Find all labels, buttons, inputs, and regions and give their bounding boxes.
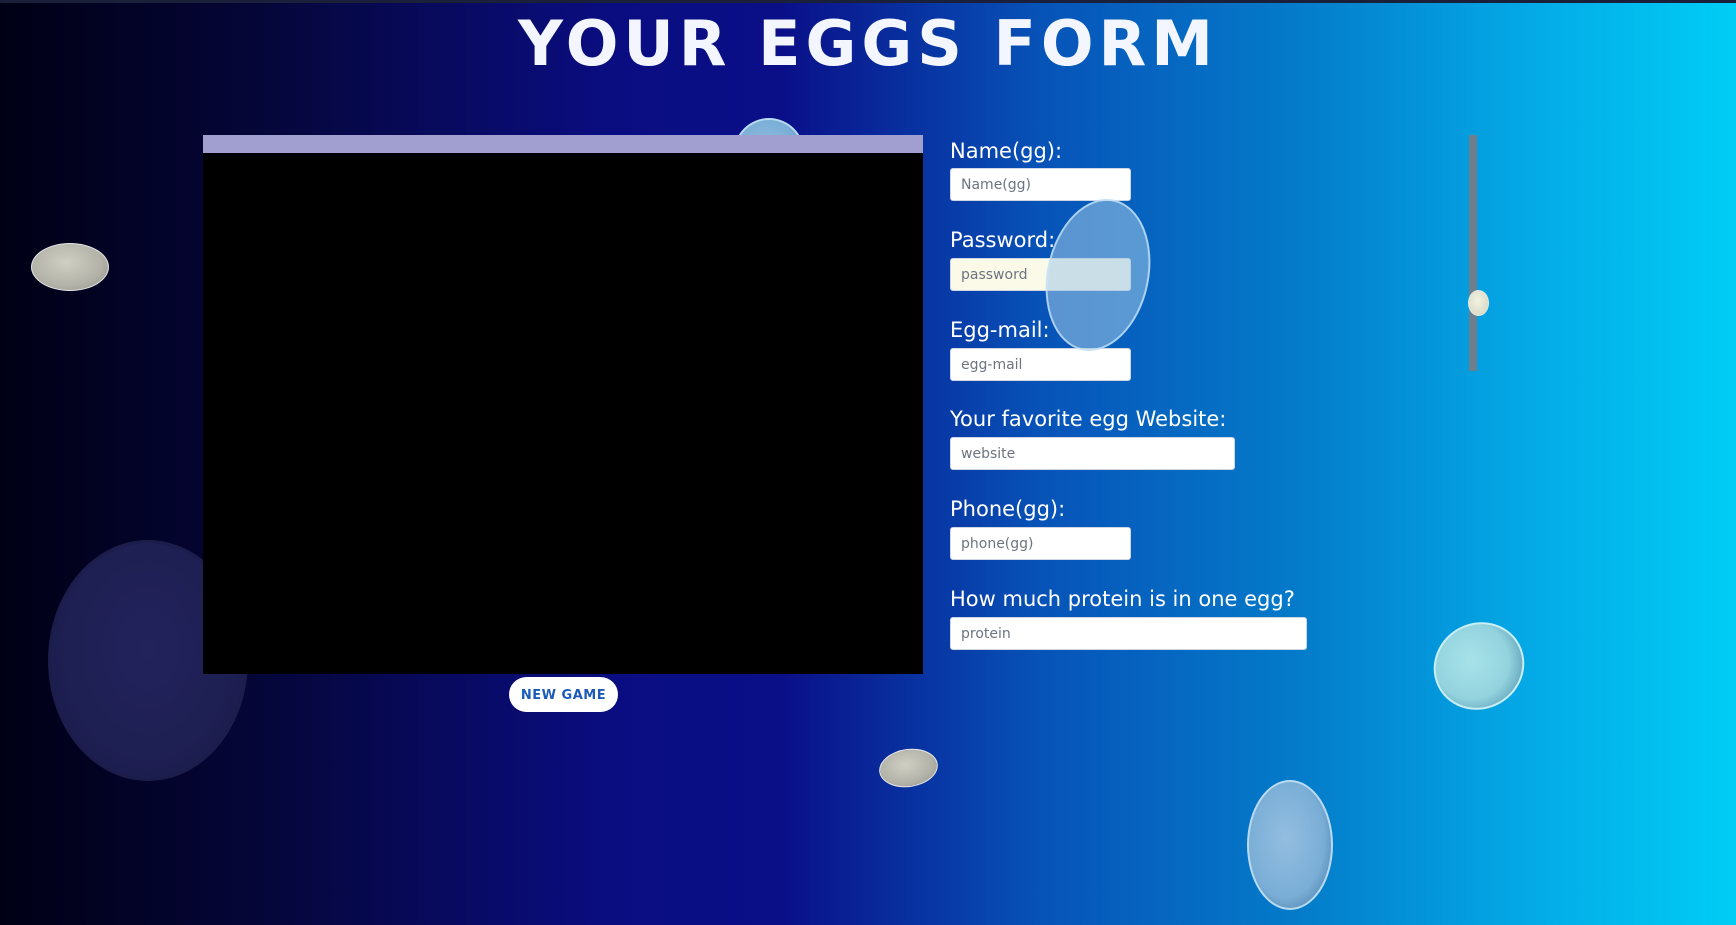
egg-mail-label: Egg-mail: [950,318,1050,342]
protein-input[interactable] [950,617,1307,650]
protein-label: How much protein is in one egg? [950,587,1295,611]
egg-decoration-grey-left [31,243,109,291]
game-top-bar [203,135,923,153]
website-label: Your favorite egg Website: [950,407,1227,431]
password-label: Password: [950,228,1056,252]
egg-decoration-ghost-overlay [1032,189,1164,361]
game-canvas[interactable] [203,153,923,674]
vertical-slider-thumb[interactable] [1468,290,1489,316]
phone-input[interactable] [950,527,1131,560]
phone-label: Phone(gg): [950,497,1066,521]
egg-decoration-grey-center [876,745,941,791]
name-label: Name(gg): [950,139,1063,163]
top-border [0,0,1736,3]
egg-decoration-cyan-right [1417,605,1541,727]
egg-decoration-blue-bottom [1247,780,1333,910]
new-game-button[interactable]: NEW GAME [509,677,618,712]
name-input[interactable] [950,168,1131,201]
vertical-slider-track[interactable] [1469,135,1477,371]
egg-mail-input[interactable] [950,348,1131,381]
game-area [203,135,923,674]
website-input[interactable] [950,437,1235,470]
page-title: YOUR EGGS FORM [518,7,1218,80]
